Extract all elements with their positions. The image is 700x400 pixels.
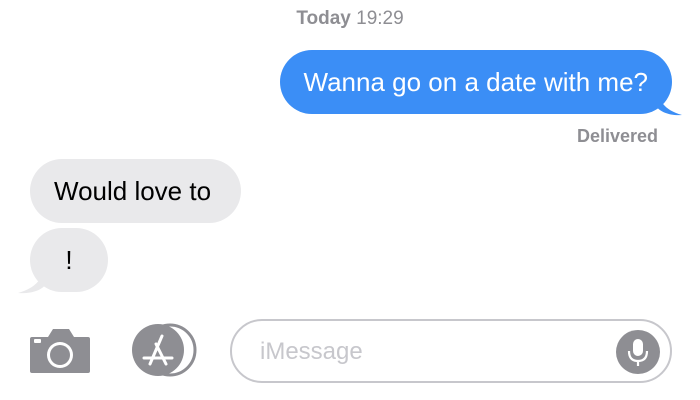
microphone-icon [616, 330, 660, 374]
received-message-bubble[interactable]: Would love to [30, 159, 242, 223]
delivered-status: Delivered [576, 126, 658, 146]
camera-button[interactable] [28, 325, 92, 375]
received-message-bubble[interactable]: ! [30, 228, 108, 292]
imessage-input-container[interactable] [230, 319, 672, 383]
timestamp-day: Today [296, 8, 351, 29]
sent-message-bubble[interactable]: Wanna go on a date with me? [279, 50, 672, 114]
app-store-icon [132, 323, 197, 377]
camera-icon [30, 329, 90, 373]
microphone-button[interactable] [616, 330, 660, 374]
imessage-input[interactable] [258, 333, 622, 371]
timestamp-time: 19:29 [356, 8, 404, 29]
conversation-timestamp: Today 19:29 [0, 8, 700, 30]
app-store-button[interactable] [128, 322, 200, 378]
